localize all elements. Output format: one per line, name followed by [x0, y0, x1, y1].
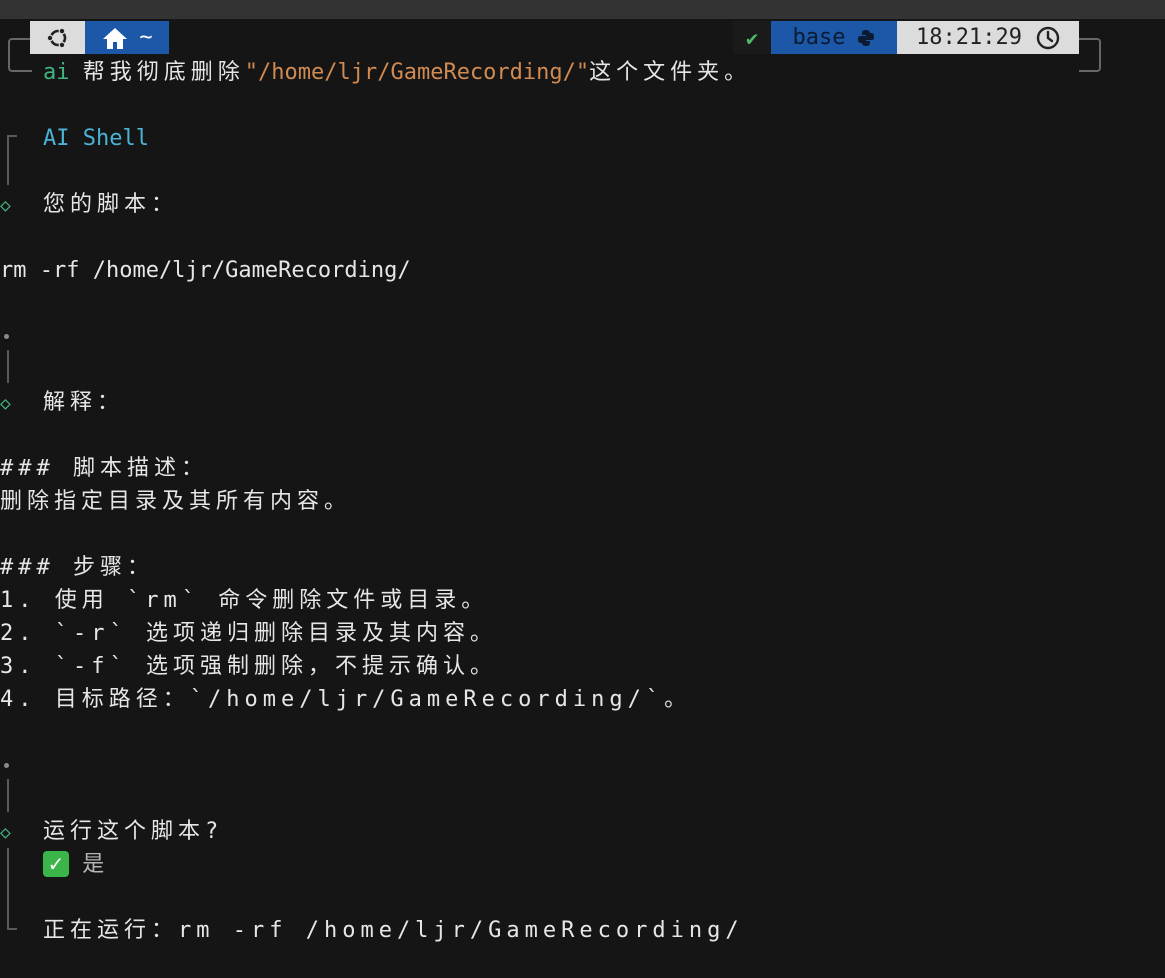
running-status: 正在运行：rm -rf /home/ljr/GameRecording/: [43, 918, 744, 943]
frame-rail: [7, 848, 9, 920]
directory-segment: ~: [85, 21, 169, 54]
frame-rail: [7, 779, 9, 812]
check-mark-icon: ✓: [43, 851, 69, 877]
ubuntu-logo-icon: [46, 27, 66, 48]
explanation-line: 4. 目标路径：`/home/ljr/GameRecording/`。: [0, 687, 692, 712]
frame-rail: [7, 147, 9, 185]
clock-icon: [1036, 26, 1060, 49]
conda-env-segment: base: [771, 21, 897, 54]
home-icon: [103, 27, 128, 49]
frame-rail: [7, 350, 9, 383]
explanation-line: ### 脚本描述：: [0, 456, 208, 481]
script-code: rm -rf /home/ljr/GameRecording/: [0, 258, 411, 283]
explanation-line: 2. `-r` 选项递归删除目录及其内容。: [0, 621, 497, 646]
explanation-line: 1. 使用 `rm` 命令删除文件或目录。: [0, 588, 489, 613]
diamond-icon: ◇: [0, 822, 11, 843]
python-icon: [858, 29, 875, 46]
status-segment: ✔: [733, 21, 771, 54]
os-segment: [30, 21, 85, 54]
explain-label: 解释：: [43, 390, 125, 415]
explanation-line: 3. `-f` 选项强制删除，不提示确认。: [0, 654, 497, 679]
diamond-icon: ◇: [0, 393, 11, 414]
explanation-line: ### 步骤：: [0, 555, 154, 580]
command-line: ai 帮我彻底删除"/home/ljr/GameRecording/"这个文件夹…: [43, 59, 751, 87]
diamond-icon: ◇: [0, 195, 11, 216]
step-dot: [4, 763, 9, 768]
run-question: 运行这个脚本?: [43, 819, 224, 844]
answer-text: 是: [82, 852, 105, 877]
prompt-frame-left: [8, 38, 32, 72]
command-path-argument: "/home/ljr/GameRecording/": [244, 60, 590, 85]
command-text-after: 这个文件夹。: [589, 60, 752, 85]
frame-corner-bottom: [7, 916, 17, 930]
current-directory: ~: [139, 25, 153, 50]
script-label: 您的脚本：: [43, 192, 179, 217]
step-dot: [4, 334, 9, 339]
conda-env-name: base: [792, 25, 846, 50]
command-prefix: ai: [43, 60, 70, 85]
time-segment: 18:21:29: [897, 21, 1079, 54]
command-text-before: 帮我彻底删除: [82, 60, 245, 85]
success-check-icon: ✔: [745, 25, 759, 50]
prompt-time: 18:21:29: [916, 25, 1022, 50]
explanation-line: 删除指定目录及其所有内容。: [0, 489, 352, 514]
window-top-bar: [0, 0, 1165, 19]
run-answer[interactable]: ✓ 是: [43, 851, 104, 879]
app-title: AI Shell: [43, 126, 149, 151]
prompt-frame-right: [1079, 38, 1101, 72]
